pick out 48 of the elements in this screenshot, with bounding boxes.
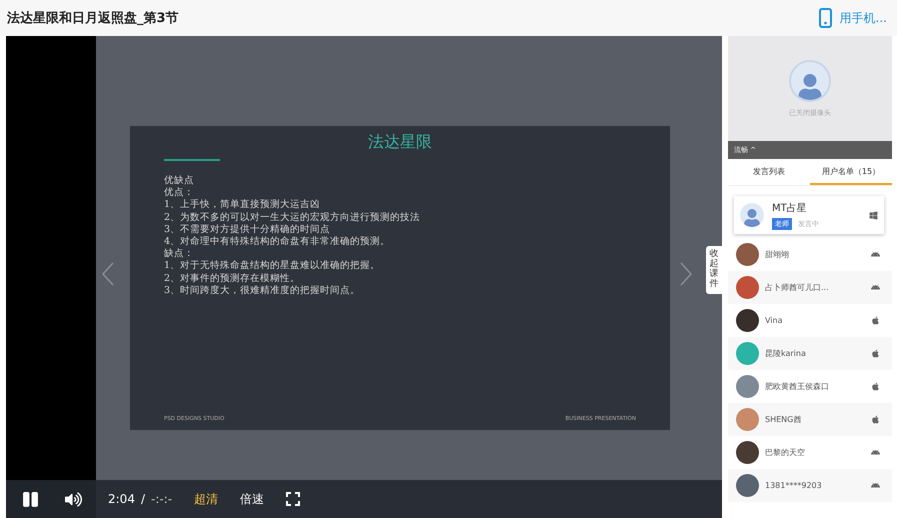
user-name: 昆陵karina	[765, 348, 807, 359]
user-name: 肥欧黄酋王侯森口	[765, 381, 830, 392]
speed-button[interactable]: 倍速	[240, 490, 264, 508]
windows-icon	[869, 210, 878, 220]
user-avatar-icon	[740, 203, 764, 227]
user-name: 1381****9203	[765, 481, 823, 490]
slide-text: 1、对于无特殊命盘结构的星盘难以准确的把握。	[164, 260, 382, 273]
slide-text: 4、对命理中有特殊结构的命盘有非常准确的预测。	[164, 236, 392, 248]
duration: -:-:-	[151, 492, 172, 506]
user-row[interactable]: 1381****9203	[728, 469, 892, 502]
quality-button[interactable]: 超清	[194, 490, 218, 508]
pause-button[interactable]	[22, 490, 39, 508]
user-name: SHENG酋	[765, 414, 802, 425]
user-name: MT占星	[772, 202, 808, 214]
user-name: 巴黎的天空	[765, 447, 806, 458]
page-title: 法达星限和日月返照盘_第3节	[7, 10, 179, 27]
time-separator: /	[140, 492, 145, 506]
slide-text: 优缺点	[164, 175, 195, 187]
android-icon	[871, 250, 880, 259]
fullscreen-icon[interactable]	[286, 492, 300, 506]
apple-icon	[871, 415, 880, 424]
apple-icon	[871, 316, 880, 325]
phone-icon	[818, 8, 832, 28]
slide-text: 3、不需要对方提供十分精确的时间点	[164, 224, 332, 236]
android-icon	[871, 283, 880, 292]
side-tab[interactable]: 收起课件	[706, 246, 722, 294]
volume-button[interactable]	[65, 490, 82, 508]
slide-text: 1、上手快，简单直接预测大运吉凶	[164, 199, 322, 212]
slide-text: 3、时间跨度大，很难精准度的把握时间点。	[164, 284, 362, 298]
slide-text: 2、为数不多的可以对一生大运的宏观方向进行预测的技法	[164, 212, 422, 224]
slide-title: 法达星限	[367, 132, 433, 153]
android-icon	[871, 448, 880, 457]
user-name: 甜翊翊	[765, 249, 790, 260]
panel-tab[interactable]: 发言列表	[728, 159, 810, 185]
user-row[interactable]: SHENG酋	[728, 403, 892, 436]
user-avatar-icon	[789, 60, 831, 102]
user-name: Vina	[765, 316, 784, 325]
user-row[interactable]: 占卜师酋可儿口...	[728, 271, 892, 304]
slide-text: 缺点：	[164, 248, 195, 260]
apple-icon	[871, 382, 880, 391]
slide-text: 2、对事件的预测存在模糊性。	[164, 272, 302, 285]
apple-icon	[871, 349, 880, 358]
slide-text: 优点：	[164, 187, 195, 199]
panel-tab[interactable]: 用户名单（15）	[810, 159, 892, 185]
current-time: 2:04	[108, 492, 135, 506]
user-name: 占卜师酋可儿口...	[765, 282, 830, 293]
user-row[interactable]: 昆陵karina	[728, 337, 892, 370]
android-icon	[871, 481, 880, 490]
